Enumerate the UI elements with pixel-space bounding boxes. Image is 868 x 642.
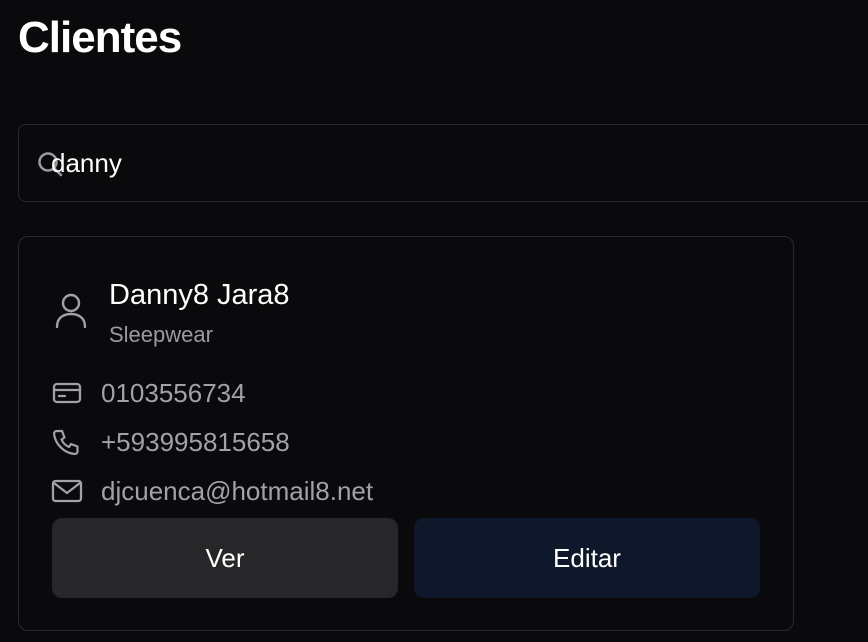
user-icon: [53, 291, 89, 331]
search-box[interactable]: [18, 124, 868, 202]
phone-row: +593995815658: [51, 425, 651, 459]
client-category: Sleepwear: [109, 322, 213, 347]
client-card: Danny8 Jara8 Sleepwear 0103556734 +59399…: [18, 236, 794, 631]
search-input[interactable]: [51, 145, 851, 181]
mail-icon: [51, 477, 83, 505]
page-title: Clientes: [18, 13, 182, 62]
client-name: Danny8 Jara8: [109, 279, 290, 311]
view-button[interactable]: Ver: [52, 518, 398, 598]
id-row: 0103556734: [51, 376, 651, 410]
id-card-icon: [51, 379, 83, 407]
edit-button[interactable]: Editar: [414, 518, 760, 598]
phone-icon: [51, 428, 83, 456]
client-email: djcuenca@hotmail8.net: [101, 476, 374, 506]
client-phone: +593995815658: [101, 427, 290, 457]
email-row: djcuenca@hotmail8.net: [51, 474, 651, 508]
client-id-number: 0103556734: [101, 378, 246, 408]
